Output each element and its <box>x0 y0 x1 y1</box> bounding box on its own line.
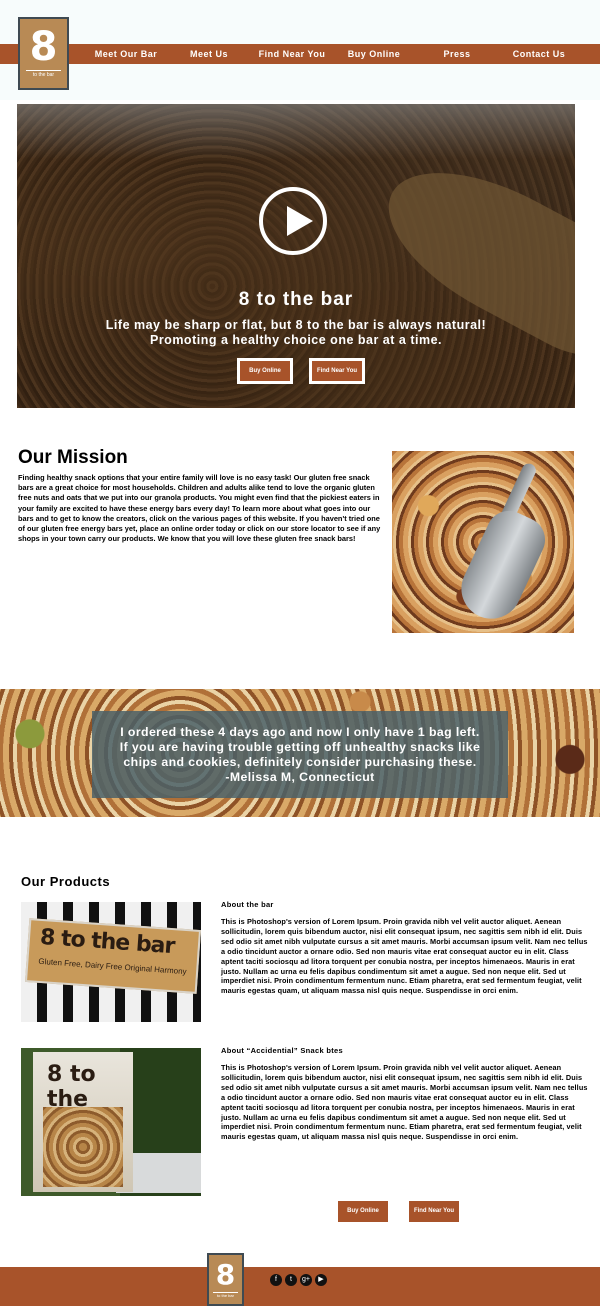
bar-package-sub: Gluten Free, Dairy Free Original Harmony <box>38 956 187 977</box>
hero-find-near-you-button[interactable]: Find Near You <box>309 358 365 384</box>
hero-title: 8 to the bar <box>238 289 354 310</box>
bar-product-image: 8 to the bar Gluten Free, Dairy Free Ori… <box>21 902 201 1022</box>
footer-logo-subtitle: to the bar <box>213 1292 238 1298</box>
main-nav: Meet Our Bar Meet Us Find Near You Buy O… <box>0 44 600 64</box>
hero-tagline-line2: Promoting a healthy choice one bar at a … <box>149 333 442 347</box>
logo-subtitle: to the bar <box>26 70 61 78</box>
footer-bar <box>0 1267 600 1306</box>
footer-logo-number: 8 <box>215 1258 236 1291</box>
play-icon <box>287 206 313 236</box>
nav-buy-online[interactable]: Buy Online <box>344 44 404 64</box>
facebook-icon[interactable]: f <box>270 1274 282 1286</box>
snack-bites-image: 8 to the bar <box>21 1048 201 1196</box>
products-buy-online-button[interactable]: Buy Online <box>338 1201 388 1222</box>
product-text-bar: This is Photoshop's version of Lorem Ips… <box>221 917 588 996</box>
nav-find-near-you[interactable]: Find Near You <box>254 44 330 64</box>
bar-package: 8 to the bar Gluten Free, Dairy Free Ori… <box>24 918 201 994</box>
quote-line3: chips and cookies, definitely consider p… <box>123 755 477 769</box>
site-logo[interactable]: 8 to the bar <box>18 17 69 90</box>
play-button[interactable] <box>259 187 327 255</box>
quote-line2: If you are having trouble getting off un… <box>119 740 481 754</box>
products-find-near-you-button[interactable]: Find Near You <box>409 1201 459 1222</box>
products-title: Our Products <box>21 874 111 889</box>
quote-line1: I ordered these 4 days ago and now I onl… <box>120 725 480 739</box>
hero-buy-online-button[interactable]: Buy Online <box>237 358 293 384</box>
hero-tagline: Life may be sharp or flat, but 8 to the … <box>17 318 575 348</box>
logo-number: 8 <box>29 24 58 70</box>
youtube-icon[interactable]: ▶ <box>315 1274 327 1286</box>
product-heading-bar: About the bar <box>221 900 274 909</box>
product-text-bites: This is Photoshop's version of Lorem Ips… <box>221 1063 588 1142</box>
testimonial-banner: I ordered these 4 days ago and now I onl… <box>0 689 600 817</box>
twitter-icon[interactable]: t <box>285 1274 297 1286</box>
hero-tagline-line1: Life may be sharp or flat, but 8 to the … <box>105 318 487 332</box>
testimonial-quote: I ordered these 4 days ago and now I onl… <box>92 711 508 798</box>
mixed-nuts-image <box>392 451 574 633</box>
hero-video: 8 to the bar Life may be sharp or flat, … <box>17 104 575 408</box>
nav-contact-us[interactable]: Contact Us <box>508 44 570 64</box>
nav-meet-our-bar[interactable]: Meet Our Bar <box>90 44 162 64</box>
bag-granola <box>43 1107 123 1187</box>
google-plus-icon[interactable]: g+ <box>300 1274 312 1286</box>
nav-press[interactable]: Press <box>436 44 478 64</box>
snack-bag: 8 to the bar <box>33 1052 133 1192</box>
footer-logo[interactable]: 8 to the bar <box>207 1253 244 1306</box>
product-heading-bites: About “Accidential” Snack btes <box>221 1046 343 1055</box>
nav-meet-us[interactable]: Meet Us <box>182 44 236 64</box>
mission-title: Our Mission <box>18 447 128 468</box>
quote-author: -Melissa M, Connecticut <box>225 770 375 784</box>
metal-scoop <box>451 503 553 629</box>
mission-text: Finding healthy snack options that your … <box>18 473 381 544</box>
bar-package-label: 8 to the bar <box>39 924 176 960</box>
hero-overlay <box>17 104 575 408</box>
